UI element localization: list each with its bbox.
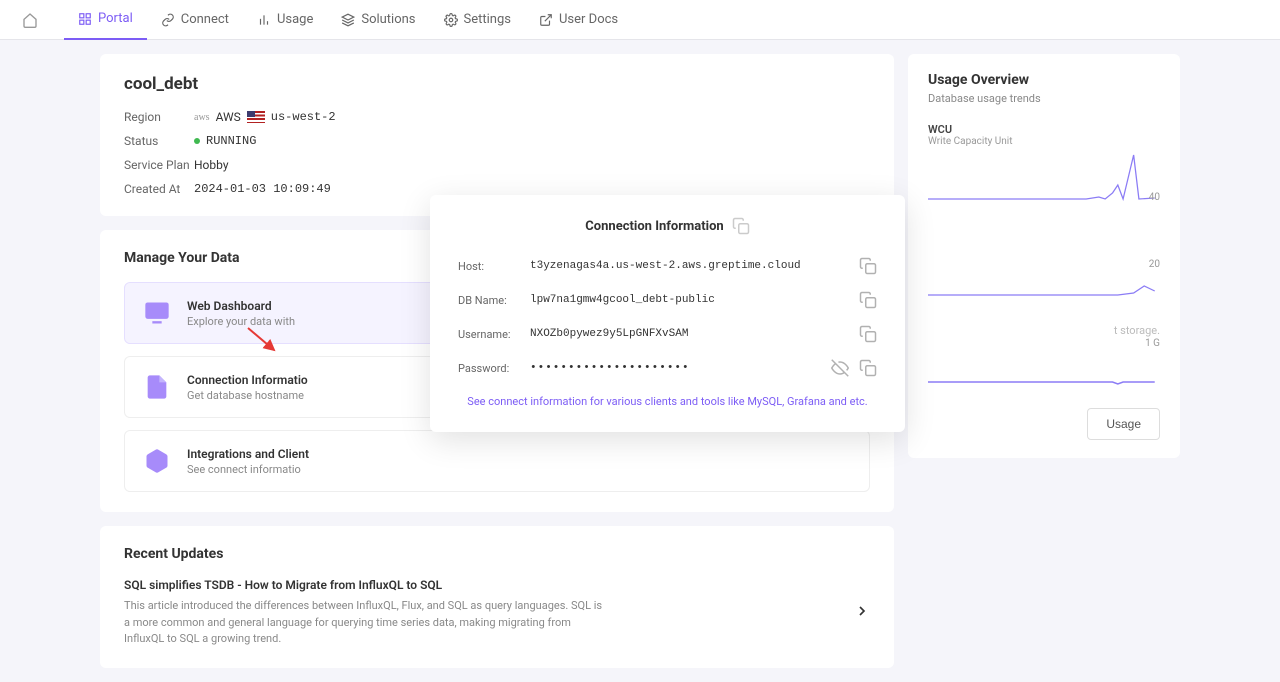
eye-off-icon[interactable] <box>831 359 849 377</box>
copy-all-icon[interactable] <box>732 217 750 235</box>
top-nav: Portal Connect Usage Solutions Settings … <box>0 0 1280 40</box>
status-label: Status <box>124 134 194 148</box>
chart-2: 20 <box>928 253 1160 303</box>
grid-icon <box>78 12 92 26</box>
user-label: Username: <box>458 328 530 341</box>
nav-solutions[interactable]: Solutions <box>327 0 429 40</box>
storage-chart: 1 G <box>928 338 1160 388</box>
box-icon <box>141 445 173 477</box>
created-value: 2024-01-03 10:09:49 <box>194 182 331 196</box>
update-item-desc: This article introduced the differences … <box>124 598 604 648</box>
usage-card: Usage Overview Database usage trends WCU… <box>908 54 1180 458</box>
item-title: Web Dashboard <box>187 299 295 313</box>
instance-card: cool_debt Region aws AWS us-west-2 Statu… <box>100 54 894 216</box>
updates-title: Recent Updates <box>124 546 870 562</box>
region-value: us-west-2 <box>271 110 336 124</box>
monitor-icon <box>141 297 173 329</box>
external-link-icon <box>539 13 553 27</box>
nav-label: User Docs <box>559 12 618 27</box>
popover-title: Connection Information <box>585 219 723 234</box>
pass-value: ••••••••••••••••••••• <box>530 362 831 374</box>
region-label: Region <box>124 110 194 124</box>
copy-icon[interactable] <box>859 359 877 377</box>
provider-value: AWS <box>216 110 241 124</box>
host-label: Host: <box>458 260 530 273</box>
aws-icon: aws <box>194 112 210 123</box>
item-desc: Get database hostname <box>187 389 308 402</box>
item-desc: See connect informatio <box>187 463 309 476</box>
integrations-item[interactable]: Integrations and Client See connect info… <box>124 430 870 492</box>
db-value: lpw7na1gmw4gcool_debt-public <box>530 294 859 306</box>
item-desc: Explore your data with <box>187 315 295 328</box>
nav-label: Solutions <box>361 12 415 27</box>
nav-label: Settings <box>464 12 511 27</box>
connection-info-popover: Connection Information Host: t3yzenagas4… <box>430 195 905 432</box>
bar-chart-icon <box>257 13 271 27</box>
view-usage-button[interactable]: Usage <box>1087 408 1160 440</box>
nav-label: Usage <box>277 12 313 27</box>
chart-axis-label: 1 G <box>1145 338 1160 349</box>
metric-wcu-title: WCU <box>928 123 1160 136</box>
layers-icon <box>341 13 355 27</box>
nav-label: Connect <box>181 12 229 27</box>
nav-portal[interactable]: Portal <box>64 0 147 40</box>
db-label: DB Name: <box>458 294 530 307</box>
updates-card: Recent Updates SQL simplifies TSDB - How… <box>100 526 894 668</box>
nav-connect[interactable]: Connect <box>147 0 243 40</box>
status-dot-icon <box>194 138 200 144</box>
user-value: NXOZb0pywez9y5LpGNFXvSAM <box>530 328 859 340</box>
instance-name: cool_debt <box>124 74 870 94</box>
usage-subtitle: Database usage trends <box>928 92 1160 105</box>
link-icon <box>161 13 175 27</box>
created-label: Created At <box>124 182 194 196</box>
item-title: Integrations and Client <box>187 447 309 461</box>
copy-icon[interactable] <box>859 325 877 343</box>
us-flag-icon <box>247 111 265 123</box>
update-item-title: SQL simplifies TSDB - How to Migrate fro… <box>124 578 840 592</box>
status-value: RUNNING <box>206 134 256 148</box>
chart-axis-label: 40 <box>1149 192 1160 203</box>
plan-label: Service Plan <box>124 158 194 172</box>
metric-wcu-sub: Write Capacity Unit <box>928 136 1160 147</box>
home-icon[interactable] <box>16 6 44 34</box>
usage-title: Usage Overview <box>928 72 1160 88</box>
copy-icon[interactable] <box>859 291 877 309</box>
chevron-right-icon[interactable] <box>854 603 870 623</box>
connect-clients-link[interactable]: See connect information for various clie… <box>458 395 877 408</box>
pass-label: Password: <box>458 362 530 375</box>
document-icon <box>141 371 173 403</box>
nav-label: Portal <box>98 11 133 26</box>
wcu-chart: 40 <box>928 153 1160 203</box>
nav-usage[interactable]: Usage <box>243 0 327 40</box>
gear-icon <box>444 13 458 27</box>
nav-user-docs[interactable]: User Docs <box>525 0 632 40</box>
copy-icon[interactable] <box>859 257 877 275</box>
item-title: Connection Informatio <box>187 373 308 387</box>
storage-text-partial: t storage. <box>1114 324 1160 337</box>
plan-value: Hobby <box>194 158 229 172</box>
host-value: t3yzenagas4a.us-west-2.aws.greptime.clou… <box>530 260 859 272</box>
nav-settings[interactable]: Settings <box>430 0 525 40</box>
chart-axis-label: 20 <box>1149 259 1160 270</box>
